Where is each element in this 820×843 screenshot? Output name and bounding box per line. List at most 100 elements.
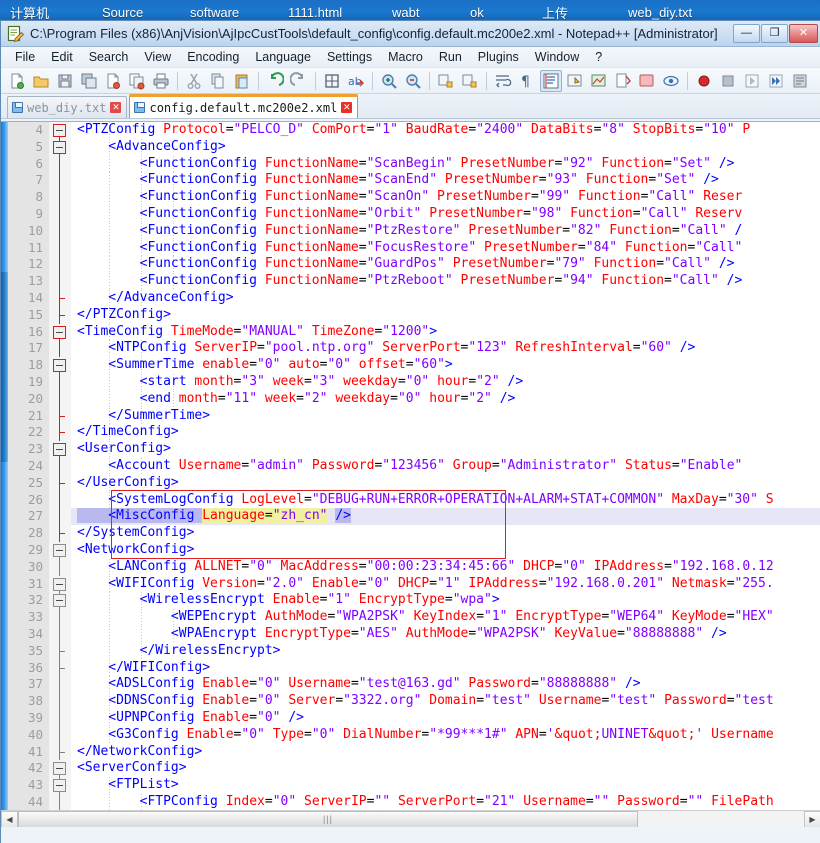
code-line[interactable]: </WirelessEncrypt> — [77, 643, 281, 660]
word-wrap-icon[interactable] — [492, 70, 514, 92]
cut-icon[interactable] — [183, 70, 205, 92]
zoom-out-icon[interactable] — [402, 70, 424, 92]
menu-item-language[interactable]: Language — [247, 48, 319, 66]
code-line[interactable]: <ADSLConfig Enable="0" Username="test@16… — [77, 676, 641, 693]
close-all-files-icon[interactable] — [126, 70, 148, 92]
new-file-icon[interactable] — [6, 70, 28, 92]
code-line[interactable]: <WirelessEncrypt Enable="1" EncryptType=… — [77, 592, 500, 609]
menu-item-view[interactable]: View — [136, 48, 179, 66]
code-line[interactable]: <FunctionConfig FunctionName="FocusResto… — [77, 240, 742, 257]
horizontal-scrollbar[interactable]: ◀ ||| ▶ — [1, 810, 820, 827]
window-titlebar[interactable]: C:\Program Files (x86)\AnjVision\AjIpcCu… — [1, 21, 820, 47]
document-map-icon[interactable] — [612, 70, 634, 92]
code-line[interactable]: <LANConfig ALLNET="0" MacAddress="00:00:… — [77, 559, 774, 576]
copy-icon[interactable] — [207, 70, 229, 92]
menu-item-encoding[interactable]: Encoding — [179, 48, 247, 66]
sync-horizontal-scroll-icon[interactable] — [459, 70, 481, 92]
show-symbol-icon[interactable] — [588, 70, 610, 92]
maximize-button[interactable]: ❐ — [761, 24, 788, 43]
editor-code-area[interactable]: 4567891011121314151617181920212223242526… — [8, 122, 820, 827]
fold-collapse-icon[interactable] — [53, 594, 66, 607]
minimize-button[interactable]: — — [733, 24, 760, 43]
code-line[interactable]: <UserConfig> — [77, 441, 171, 458]
taskbar-item-7[interactable]: 上传 — [532, 3, 618, 22]
fold-collapse-icon[interactable] — [53, 762, 66, 775]
code-line[interactable]: <WEPEncrypt AuthMode="WPA2PSK" KeyIndex=… — [77, 609, 774, 626]
open-file-icon[interactable] — [30, 70, 52, 92]
paste-icon[interactable] — [231, 70, 253, 92]
save-macro-icon[interactable] — [789, 70, 811, 92]
code-line[interactable]: <FTPList> — [77, 777, 179, 794]
code-line[interactable]: <FunctionConfig FunctionName="ScanEnd" P… — [77, 172, 719, 189]
scroll-left-arrow[interactable]: ◀ — [1, 811, 18, 828]
zoom-in-icon[interactable] — [378, 70, 400, 92]
code-line[interactable]: <SystemLogConfig LogLevel="DEBUG+RUN+ERR… — [77, 492, 774, 509]
code-line[interactable]: <NetworkConfig> — [77, 542, 194, 559]
code-line[interactable]: <UPNPConfig Enable="0" /> — [77, 710, 304, 727]
close-file-icon[interactable] — [102, 70, 124, 92]
code-line[interactable]: <AdvanceConfig> — [77, 139, 226, 156]
code-line[interactable]: <TimeConfig TimeMode="MANUAL" TimeZone="… — [77, 324, 437, 341]
code-line[interactable]: </AdvanceConfig> — [77, 290, 234, 307]
code-line[interactable]: <G3Config Enable="0" Type="0" DialNumber… — [77, 727, 774, 744]
save-all-icon[interactable] — [78, 70, 100, 92]
function-list-icon[interactable] — [636, 70, 658, 92]
document-tab-2[interactable]: config.default.mc200e2.xml✕ — [129, 94, 358, 118]
fold-collapse-icon[interactable] — [53, 359, 66, 372]
menu-item-settings[interactable]: Settings — [319, 48, 380, 66]
code-line[interactable]: <FunctionConfig FunctionName="Orbit" Pre… — [77, 206, 742, 223]
code-line[interactable]: <PTZConfig Protocol="PELCO_D" ComPort="1… — [77, 122, 750, 139]
fold-collapse-icon[interactable] — [53, 443, 66, 456]
show-all-characters-icon[interactable]: ¶ — [516, 70, 538, 92]
close-button[interactable]: ✕ — [789, 24, 818, 43]
code-line[interactable]: <NTPConfig ServerIP="pool.ntp.org" Serve… — [77, 340, 695, 357]
menu-item-[interactable]: ? — [587, 48, 610, 66]
user-defined-dialog-icon[interactable] — [564, 70, 586, 92]
menu-item-search[interactable]: Search — [81, 48, 137, 66]
code-line[interactable]: <Account Username="admin" Password="1234… — [77, 458, 742, 475]
menu-item-plugins[interactable]: Plugins — [470, 48, 527, 66]
taskbar-item-2[interactable]: Source — [92, 5, 180, 20]
fold-collapse-icon[interactable] — [53, 779, 66, 792]
record-macro-icon[interactable] — [693, 70, 715, 92]
code-text-column[interactable]: <PTZConfig Protocol="PELCO_D" ComPort="1… — [71, 122, 820, 827]
code-line[interactable]: <end month="11" week="2" weekday="0" hou… — [77, 391, 515, 408]
scroll-right-arrow[interactable]: ▶ — [804, 811, 820, 828]
taskbar-item-6[interactable]: ok — [460, 5, 532, 20]
code-line[interactable]: <DDNSConfig Enable="0" Server="3322.org"… — [77, 693, 774, 710]
tab-close-icon[interactable]: ✕ — [341, 102, 352, 113]
taskbar-item-4[interactable]: 1111.html — [278, 5, 382, 20]
code-line[interactable]: <FunctionConfig FunctionName="PtzReboot"… — [77, 273, 742, 290]
indent-guide-icon[interactable] — [540, 70, 562, 92]
code-line[interactable]: <WPAEncrypt EncryptType="AES" AuthMode="… — [77, 626, 727, 643]
play-macro-icon[interactable] — [741, 70, 763, 92]
code-line[interactable]: <FunctionConfig FunctionName="PtzRestore… — [77, 223, 742, 240]
fold-collapse-icon[interactable] — [53, 124, 66, 137]
run-macro-multiple-icon[interactable] — [765, 70, 787, 92]
stop-recording-icon[interactable] — [717, 70, 739, 92]
undo-icon[interactable] — [264, 70, 286, 92]
code-line[interactable]: <SummerTime enable="0" auto="0" offset="… — [77, 357, 453, 374]
tab-close-icon[interactable]: ✕ — [110, 102, 121, 113]
code-line[interactable]: <FunctionConfig FunctionName="ScanOn" Pr… — [77, 189, 742, 206]
code-line[interactable]: </NetworkConfig> — [77, 744, 202, 761]
taskbar-item-5[interactable]: wabt — [382, 5, 460, 20]
code-line[interactable]: <ServerConfig> — [77, 760, 187, 777]
fold-collapse-icon[interactable] — [53, 578, 66, 591]
menu-item-macro[interactable]: Macro — [380, 48, 431, 66]
code-editor[interactable]: 4567891011121314151617181920212223242526… — [1, 121, 820, 827]
fold-collapse-icon[interactable] — [53, 326, 66, 339]
code-line[interactable]: </TimeConfig> — [77, 424, 179, 441]
find-icon[interactable] — [321, 70, 343, 92]
code-line[interactable]: <FunctionConfig FunctionName="ScanBegin"… — [77, 156, 734, 173]
scrollbar-thumb[interactable]: ||| — [18, 811, 638, 828]
menu-item-edit[interactable]: Edit — [43, 48, 81, 66]
code-line[interactable]: </WIFIConfig> — [77, 660, 210, 677]
taskbar-item-3[interactable]: software — [180, 5, 278, 20]
redo-icon[interactable] — [288, 70, 310, 92]
code-line[interactable]: <WIFIConfig Version="2.0" Enable="0" DHC… — [77, 576, 774, 593]
replace-icon[interactable]: ab — [345, 70, 367, 92]
menu-item-file[interactable]: File — [7, 48, 43, 66]
save-icon[interactable] — [54, 70, 76, 92]
menu-item-run[interactable]: Run — [431, 48, 470, 66]
